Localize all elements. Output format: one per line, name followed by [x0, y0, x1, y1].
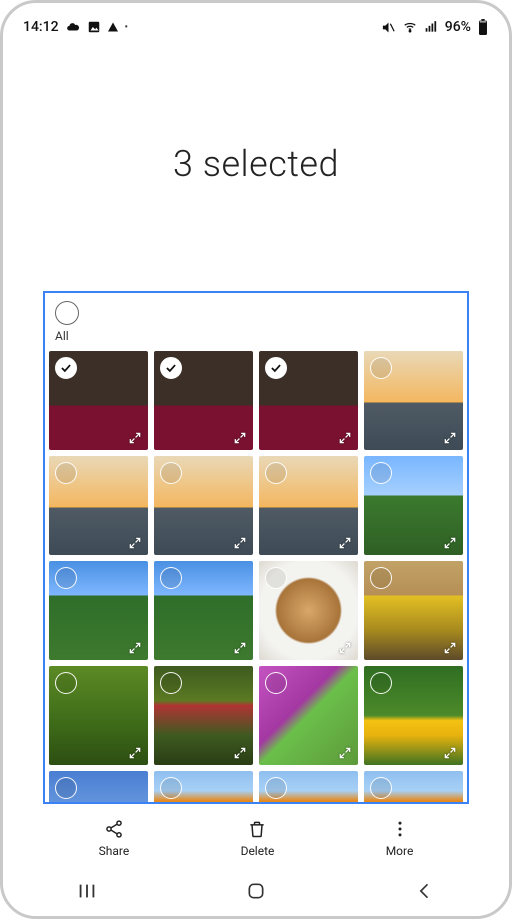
- photo-selection-area: All: [43, 291, 469, 804]
- more-icon: [390, 819, 410, 842]
- selection-circle-icon: [265, 462, 287, 484]
- photo-thumbnail[interactable]: [364, 561, 463, 660]
- photo-thumbnail[interactable]: [364, 771, 463, 804]
- system-nav-bar: [3, 866, 509, 916]
- photo-thumbnail[interactable]: [154, 666, 253, 765]
- photo-thumbnail[interactable]: [364, 351, 463, 450]
- share-label: Share: [99, 844, 130, 858]
- selection-circle-icon: [265, 567, 287, 589]
- selection-circle-icon: [160, 462, 182, 484]
- selection-header: 3 selected: [3, 41, 509, 287]
- selection-circle-icon: [265, 777, 287, 799]
- selection-circle-icon: [370, 357, 392, 379]
- expand-icon: [232, 430, 248, 446]
- photo-grid: [45, 347, 467, 804]
- expand-icon: [127, 535, 143, 551]
- selection-circle-icon: [370, 777, 392, 799]
- status-left: 14:12 •: [23, 19, 128, 35]
- nav-recents-button[interactable]: [32, 880, 142, 902]
- photo-thumbnail[interactable]: [49, 351, 148, 450]
- photo-thumbnail[interactable]: [259, 666, 358, 765]
- expand-icon: [337, 745, 353, 761]
- expand-icon: [442, 535, 458, 551]
- cloud-icon: [65, 20, 81, 34]
- photo-thumbnail[interactable]: [154, 456, 253, 555]
- expand-icon: [127, 430, 143, 446]
- photo-thumbnail[interactable]: [49, 561, 148, 660]
- more-button[interactable]: More: [386, 819, 414, 858]
- selection-circle-icon: [160, 777, 182, 799]
- expand-icon: [442, 640, 458, 656]
- expand-icon: [337, 430, 353, 446]
- expand-icon: [232, 745, 248, 761]
- nav-back-button[interactable]: [370, 881, 480, 901]
- selection-circle-icon: [265, 672, 287, 694]
- delete-button[interactable]: Delete: [241, 819, 275, 858]
- expand-icon: [127, 745, 143, 761]
- selected-check-icon: [265, 357, 287, 379]
- selected-check-icon: [160, 357, 182, 379]
- battery-text: 96%: [445, 19, 471, 35]
- device-frame: 14:12 • 96%: [0, 0, 512, 919]
- photo-thumbnail[interactable]: [259, 456, 358, 555]
- status-right: 96%: [381, 19, 489, 35]
- select-all-label: All: [55, 329, 457, 343]
- photo-thumbnail[interactable]: [154, 561, 253, 660]
- expand-icon: [442, 430, 458, 446]
- expand-icon: [442, 745, 458, 761]
- selection-circle-icon: [55, 567, 77, 589]
- status-time: 14:12: [23, 19, 59, 35]
- delete-label: Delete: [241, 844, 275, 858]
- photo-thumbnail[interactable]: [259, 561, 358, 660]
- mute-icon: [381, 20, 396, 35]
- photo-thumbnail[interactable]: [49, 666, 148, 765]
- trash-icon: [247, 819, 267, 842]
- photo-thumbnail[interactable]: [154, 351, 253, 450]
- bottom-action-bar: Share Delete More: [43, 812, 469, 864]
- triangle-icon: [107, 21, 119, 33]
- select-all-circle-icon: [55, 301, 79, 325]
- photo-thumbnail[interactable]: [364, 666, 463, 765]
- battery-icon: [477, 19, 489, 35]
- photo-thumbnail[interactable]: [49, 771, 148, 804]
- selection-circle-icon: [160, 672, 182, 694]
- selection-circle-icon: [370, 567, 392, 589]
- photo-thumbnail[interactable]: [364, 456, 463, 555]
- selection-circle-icon: [160, 567, 182, 589]
- photo-thumbnail[interactable]: [49, 456, 148, 555]
- photo-thumbnail[interactable]: [259, 351, 358, 450]
- selection-count-title: 3 selected: [173, 143, 339, 185]
- photo-thumbnail[interactable]: [259, 771, 358, 804]
- expand-icon: [127, 640, 143, 656]
- image-icon: [87, 20, 101, 34]
- selected-check-icon: [55, 357, 77, 379]
- selection-circle-icon: [55, 777, 77, 799]
- more-label: More: [386, 844, 414, 858]
- expand-icon: [232, 535, 248, 551]
- signal-icon: [424, 20, 439, 34]
- expand-icon: [337, 535, 353, 551]
- wifi-icon: [402, 20, 418, 34]
- select-all[interactable]: All: [45, 293, 467, 347]
- selection-circle-icon: [370, 462, 392, 484]
- status-dot: •: [125, 22, 129, 33]
- status-bar: 14:12 • 96%: [3, 3, 509, 41]
- selection-circle-icon: [55, 672, 77, 694]
- share-icon: [104, 819, 124, 842]
- expand-icon: [232, 640, 248, 656]
- nav-home-button[interactable]: [201, 881, 311, 901]
- share-button[interactable]: Share: [99, 819, 130, 858]
- selection-circle-icon: [370, 672, 392, 694]
- selection-circle-icon: [55, 462, 77, 484]
- expand-icon: [337, 640, 353, 656]
- photo-thumbnail[interactable]: [154, 771, 253, 804]
